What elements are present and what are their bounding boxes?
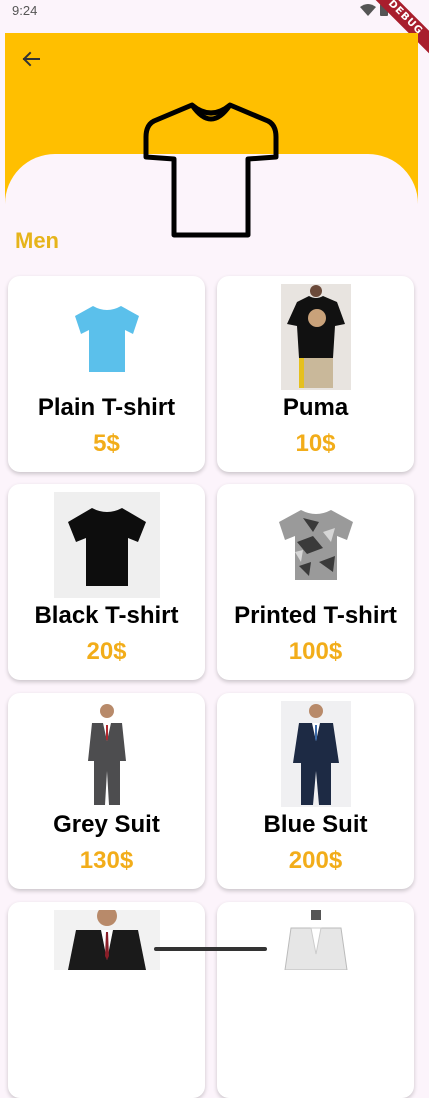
product-image — [8, 701, 205, 807]
product-card[interactable]: Blue Suit 200$ — [217, 693, 414, 889]
product-price: 5$ — [93, 430, 120, 457]
product-card[interactable]: Grey Suit 130$ — [8, 693, 205, 889]
product-card[interactable] — [217, 902, 414, 1098]
section-title: Men — [15, 228, 59, 253]
product-image — [8, 910, 205, 1016]
status-bar: 9:24 — [0, 0, 429, 24]
black-printed-tshirt-image — [280, 284, 351, 390]
light-blue-tshirt-image — [74, 306, 139, 372]
status-time: 9:24 — [12, 3, 38, 18]
product-card[interactable]: Puma 10$ — [217, 276, 414, 472]
product-name: Puma — [282, 394, 349, 421]
product-image — [217, 910, 414, 1016]
product-price: 20$ — [86, 638, 127, 665]
product-name: Plain T-shirt — [37, 394, 176, 421]
back-arrow-icon[interactable] — [19, 47, 43, 71]
camo-tshirt-image — [278, 510, 353, 580]
product-card[interactable]: Black T-shirt 20$ — [8, 484, 205, 680]
blue-suit-image — [280, 701, 351, 807]
product-card[interactable]: Plain T-shirt 5$ — [8, 276, 205, 472]
product-image — [217, 701, 414, 807]
product-name: Blue Suit — [263, 811, 368, 838]
grey-suit-image — [87, 704, 126, 805]
wifi-icon — [360, 4, 376, 16]
black-tshirt-image — [53, 492, 160, 598]
dark-suit-image — [53, 910, 160, 970]
product-card[interactable]: Printed T-shirt 100$ — [217, 484, 414, 680]
home-indicator[interactable] — [154, 947, 267, 951]
product-card[interactable] — [8, 902, 205, 1098]
white-suit-image — [283, 910, 348, 970]
product-price: 100$ — [288, 638, 343, 665]
product-price: 10$ — [295, 430, 336, 457]
t-shirt-icon — [143, 102, 279, 238]
product-name: Black T-shirt — [34, 602, 179, 629]
product-image — [217, 284, 414, 390]
product-name: Grey Suit — [53, 811, 160, 838]
product-image — [217, 492, 414, 598]
product-image — [8, 284, 205, 390]
product-price: 130$ — [79, 847, 134, 874]
product-name: Printed T-shirt — [234, 602, 397, 629]
product-price: 200$ — [288, 847, 343, 874]
product-image — [8, 492, 205, 598]
